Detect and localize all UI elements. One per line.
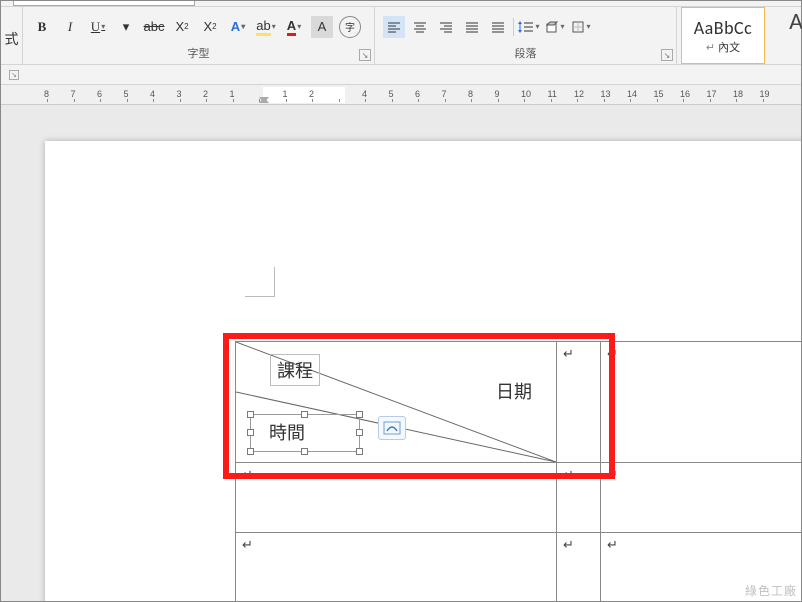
paragraph-dialog-launcher[interactable]: ↘ bbox=[661, 49, 673, 61]
page[interactable]: ⚓ 課程 日期 時間 bbox=[45, 141, 801, 601]
highlight-button[interactable]: ab▾ bbox=[255, 16, 277, 38]
ruler-tick: 7 bbox=[71, 89, 76, 99]
cell-marker: ↵ bbox=[242, 537, 253, 552]
font-name-combo-cut[interactable] bbox=[13, 1, 195, 6]
resize-handle-se[interactable] bbox=[356, 448, 363, 455]
strikethrough-button[interactable]: abc bbox=[143, 16, 165, 38]
ruler-tick: 4 bbox=[362, 89, 367, 99]
border-dropdown[interactable]: ▾ bbox=[115, 16, 137, 38]
font-dialog-launcher[interactable]: ↘ bbox=[359, 49, 371, 61]
cell-marker: ↵ bbox=[563, 467, 574, 482]
ribbon-tab-fragment: 式 bbox=[5, 23, 19, 49]
margin-corner-mark bbox=[245, 267, 275, 297]
diagonal-header-cell[interactable]: 課程 日期 時間 bbox=[236, 342, 556, 462]
resize-handle-n[interactable] bbox=[301, 411, 308, 418]
cell-marker: ↵ bbox=[242, 467, 253, 482]
resize-handle-nw[interactable] bbox=[247, 411, 254, 418]
ruler-tick: 2 bbox=[309, 89, 314, 99]
text-effects-button[interactable]: A▾ bbox=[227, 16, 249, 38]
align-right-button[interactable] bbox=[435, 16, 457, 38]
ruler-tick: 1 bbox=[283, 89, 288, 99]
ruler-tick: 5 bbox=[389, 89, 394, 99]
style-normal[interactable]: AaBbCc ↵ 內文 bbox=[681, 7, 765, 64]
superscript-button[interactable]: X2 bbox=[199, 16, 221, 38]
ruler-tick: 17 bbox=[707, 89, 717, 99]
table-row: 課程 日期 時間 bbox=[236, 342, 802, 463]
line-spacing-button[interactable]: ▾ bbox=[518, 16, 540, 38]
ruler-tick: 6 bbox=[415, 89, 420, 99]
resize-handle-w[interactable] bbox=[247, 429, 254, 436]
ruler-tick: 18 bbox=[733, 89, 743, 99]
cell-marker: ↵ bbox=[563, 537, 574, 552]
ruler-tick: 9 bbox=[495, 89, 500, 99]
borders-button[interactable]: ▾ bbox=[570, 16, 592, 38]
align-left-button[interactable] bbox=[383, 16, 405, 38]
ruler-tick: 6 bbox=[97, 89, 102, 99]
label-date: 日期 bbox=[490, 376, 538, 406]
cell-marker: ↵ bbox=[607, 467, 618, 482]
document-area[interactable]: ⚓ 課程 日期 時間 bbox=[1, 105, 801, 601]
table-row: ↵ ↵ ↵ bbox=[236, 533, 802, 602]
ribbon: 式 B I U▾ ▾ abc X2 X2 A▾ ab▾ A▾ A 字 字型 ↘ bbox=[1, 7, 801, 65]
ruler-tick: 15 bbox=[654, 89, 664, 99]
resize-handle-s[interactable] bbox=[301, 448, 308, 455]
ruler-tick: 13 bbox=[601, 89, 611, 99]
style-name: 內文 bbox=[718, 42, 740, 54]
enclose-chars-button[interactable]: 字 bbox=[339, 16, 361, 38]
resize-handle-sw[interactable] bbox=[247, 448, 254, 455]
ruler-tick: 14 bbox=[627, 89, 637, 99]
clipboard-dialog-launcher[interactable]: ↘ bbox=[9, 70, 19, 80]
font-group-label: 字型 bbox=[188, 45, 210, 61]
ruler-tick: 12 bbox=[574, 89, 584, 99]
ruler-tick: 7 bbox=[442, 89, 447, 99]
label-course[interactable]: 課程 bbox=[270, 354, 320, 386]
underline-button[interactable]: U▾ bbox=[87, 16, 109, 38]
cell-marker: ↵ bbox=[607, 537, 618, 552]
cell-marker: ↵ bbox=[607, 346, 618, 361]
font-color-button[interactable]: A▾ bbox=[283, 16, 305, 38]
align-justify-button[interactable] bbox=[461, 16, 483, 38]
shading-button[interactable]: ▾ bbox=[544, 16, 566, 38]
ruler-tick: 16 bbox=[680, 89, 690, 99]
ruler-tick: 5 bbox=[124, 89, 129, 99]
bold-button[interactable]: B bbox=[31, 16, 53, 38]
horizontal-ruler[interactable]: 876543211245678910111213141516171819 bbox=[1, 85, 801, 105]
resize-handle-ne[interactable] bbox=[356, 411, 363, 418]
textbox-time-selected[interactable]: 時間 bbox=[250, 414, 360, 452]
cell-marker: ↵ bbox=[563, 346, 574, 361]
style-preview: AaBbCc bbox=[694, 17, 753, 39]
ruler-tick: 8 bbox=[44, 89, 49, 99]
layout-options-button[interactable] bbox=[378, 416, 406, 440]
style-next-fragment: A bbox=[789, 7, 802, 36]
ruler-tick: 3 bbox=[177, 89, 182, 99]
ruler-tick: 8 bbox=[468, 89, 473, 99]
ruler-tick: 11 bbox=[548, 89, 557, 99]
styles-gallery: AaBbCc ↵ 內文 A bbox=[677, 7, 769, 64]
distribute-button[interactable] bbox=[487, 16, 509, 38]
char-shading-button[interactable]: A bbox=[311, 16, 333, 38]
paragraph-group-label: 段落 bbox=[515, 45, 537, 61]
font-group: B I U▾ ▾ abc X2 X2 A▾ ab▾ A▾ A 字 bbox=[23, 7, 374, 42]
subscript-button[interactable]: X2 bbox=[171, 16, 193, 38]
resize-handle-e[interactable] bbox=[356, 429, 363, 436]
label-time: 時間 bbox=[269, 419, 305, 445]
ruler-tick: 19 bbox=[760, 89, 770, 99]
word-table[interactable]: 課程 日期 時間 bbox=[235, 341, 801, 601]
ruler-tick: 2 bbox=[203, 89, 208, 99]
align-center-button[interactable] bbox=[409, 16, 431, 38]
under-ribbon-row: ↘ bbox=[1, 65, 801, 85]
hanging-indent-marker[interactable] bbox=[259, 97, 269, 103]
ruler-tick: 4 bbox=[150, 89, 155, 99]
ruler-tick: 1 bbox=[230, 89, 235, 99]
table-row: ↵ ↵ ↵ bbox=[236, 463, 802, 533]
ruler-tick: 10 bbox=[521, 89, 531, 99]
italic-button[interactable]: I bbox=[59, 16, 81, 38]
paragraph-group: ▾ ▾ ▾ bbox=[375, 7, 676, 42]
watermark: 綠色工廠 bbox=[745, 582, 797, 599]
